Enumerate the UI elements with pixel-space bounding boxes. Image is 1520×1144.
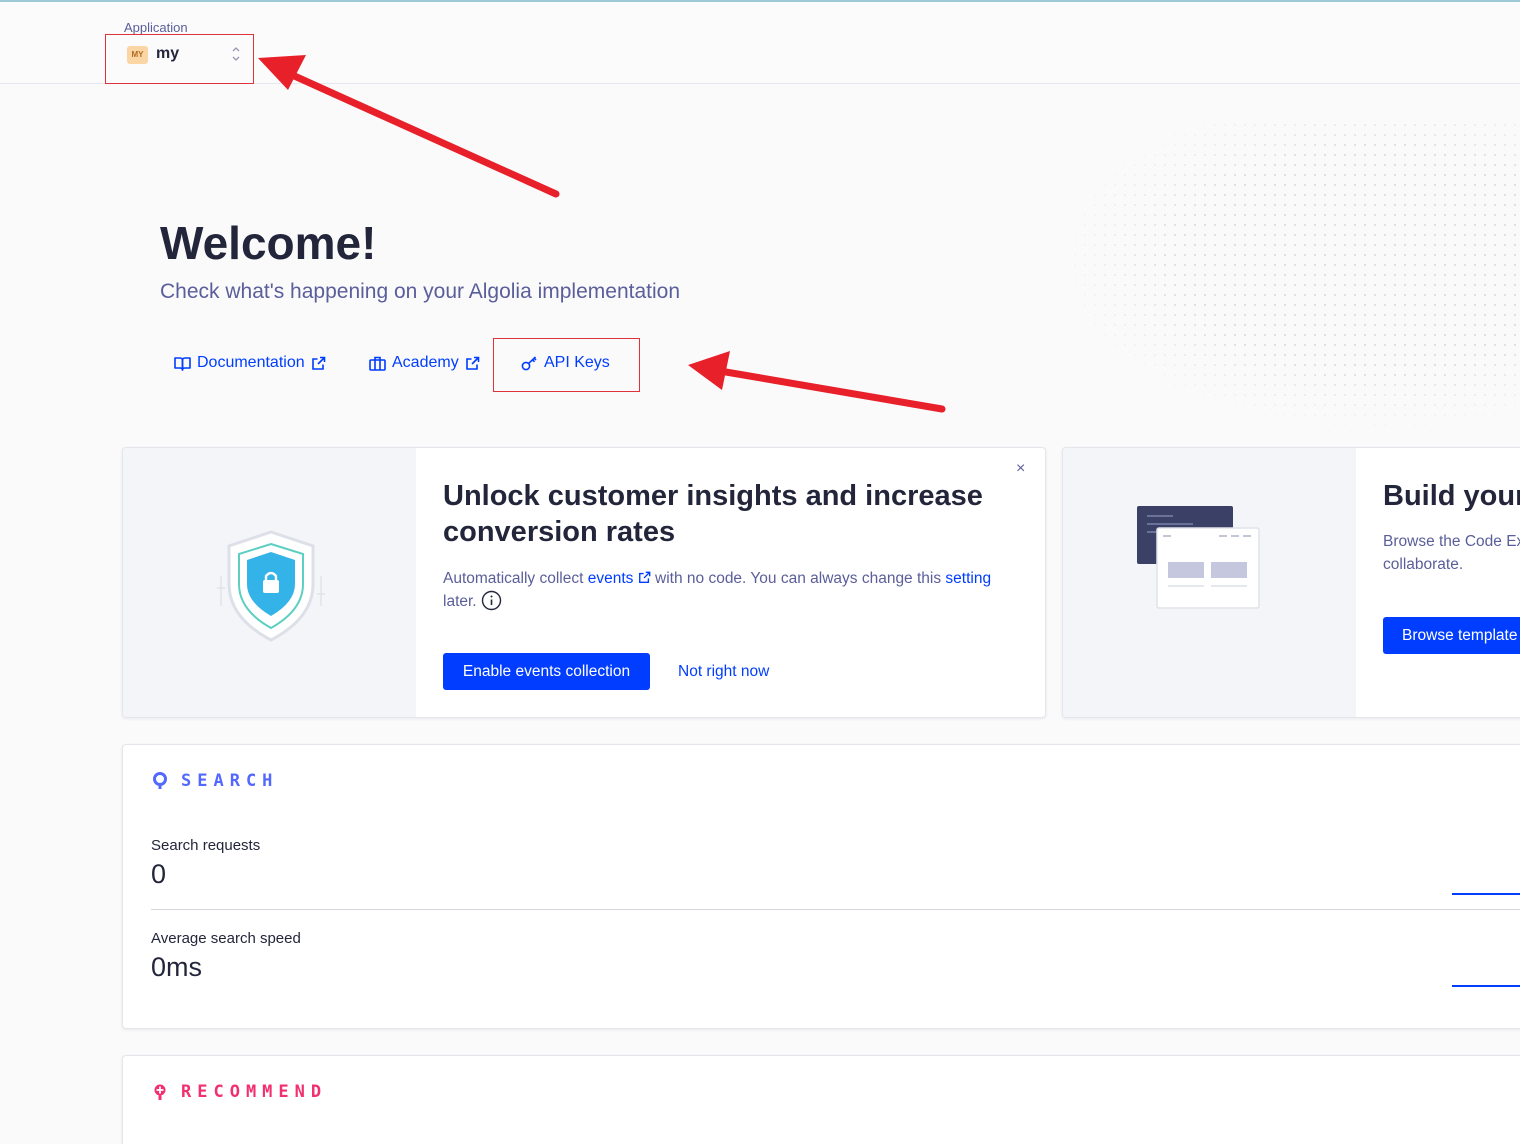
search-speed-label: Average search speed bbox=[151, 930, 301, 947]
events-collection-card: × Unlock customer insights and increase … bbox=[122, 447, 1046, 718]
search-requests-sparkline bbox=[1452, 893, 1520, 895]
shield-lock-icon bbox=[217, 530, 325, 642]
search-requests-label: Search requests bbox=[151, 837, 261, 854]
build-card-title: Build your bbox=[1383, 480, 1520, 512]
external-link-icon[interactable] bbox=[638, 571, 651, 584]
events-card-title-line1: Unlock customer insights and increase bbox=[443, 480, 983, 512]
external-link-icon bbox=[311, 356, 325, 370]
application-name: my bbox=[156, 45, 180, 62]
build-card-description: Browse the Code Ex collaborate. bbox=[1383, 530, 1520, 576]
dotted-world-map-background bbox=[1060, 120, 1520, 430]
welcome-title: Welcome! bbox=[160, 217, 377, 269]
api-keys-highlight-box bbox=[493, 338, 640, 392]
close-icon[interactable]: × bbox=[1016, 460, 1025, 478]
application-label: Application bbox=[124, 20, 188, 35]
events-text-later: later. bbox=[443, 593, 477, 610]
recommend-pin-icon bbox=[154, 1084, 166, 1100]
book-icon bbox=[174, 356, 191, 371]
events-card-title-line2: conversion rates bbox=[443, 516, 676, 548]
search-requests-value: 0 bbox=[151, 859, 167, 889]
search-section-label: SEARCH bbox=[181, 771, 279, 791]
academy-link-label: Academy bbox=[392, 354, 459, 371]
documentation-link[interactable]: Documentation bbox=[174, 354, 326, 372]
briefcase-icon bbox=[369, 356, 386, 371]
external-link-icon bbox=[465, 356, 480, 370]
recommend-section-header: RECOMMEND bbox=[153, 1082, 327, 1102]
documentation-link-label: Documentation bbox=[197, 354, 305, 371]
browse-templates-button[interactable]: Browse template bbox=[1383, 617, 1520, 654]
recommend-section-label: RECOMMEND bbox=[181, 1082, 328, 1102]
application-selector[interactable]: MY my bbox=[105, 34, 254, 84]
build-card-illustration bbox=[1063, 448, 1356, 717]
welcome-subtitle: Check what's happening on your Algolia i… bbox=[160, 280, 680, 303]
metric-divider bbox=[151, 909, 1520, 910]
recommend-metrics-card: RECOMMEND bbox=[122, 1055, 1520, 1144]
search-section-header: SEARCH bbox=[153, 771, 278, 791]
events-card-description: Automatically collect events with no cod… bbox=[443, 567, 1033, 613]
search-pin-icon bbox=[153, 772, 167, 789]
search-speed-sparkline bbox=[1452, 985, 1520, 987]
info-icon[interactable] bbox=[481, 590, 502, 611]
application-avatar: MY bbox=[127, 46, 148, 64]
search-speed-value: 0ms bbox=[151, 952, 203, 982]
build-text-line2: collaborate. bbox=[1383, 556, 1464, 573]
events-text-prefix: Automatically collect bbox=[443, 570, 588, 587]
setting-link[interactable]: setting bbox=[945, 570, 991, 587]
build-text-line1: Browse the Code Ex bbox=[1383, 533, 1520, 550]
events-card-illustration bbox=[123, 448, 416, 717]
chevron-up-down-icon bbox=[232, 47, 240, 61]
enable-events-button[interactable]: Enable events collection bbox=[443, 653, 650, 690]
search-metrics-card: SEARCH Search requests 0 Average search … bbox=[122, 744, 1520, 1029]
not-right-now-link[interactable]: Not right now bbox=[678, 663, 769, 681]
academy-link[interactable]: Academy bbox=[369, 354, 480, 372]
events-docs-link[interactable]: events bbox=[588, 570, 634, 587]
build-card: Build your Browse the Code Ex collaborat… bbox=[1062, 447, 1520, 718]
events-card-title: Unlock customer insights and increase co… bbox=[443, 478, 983, 550]
arrow-to-api-keys bbox=[688, 351, 946, 413]
events-text-middle: with no code. You can always change this bbox=[650, 570, 946, 587]
code-template-illustration-icon bbox=[1137, 506, 1260, 609]
